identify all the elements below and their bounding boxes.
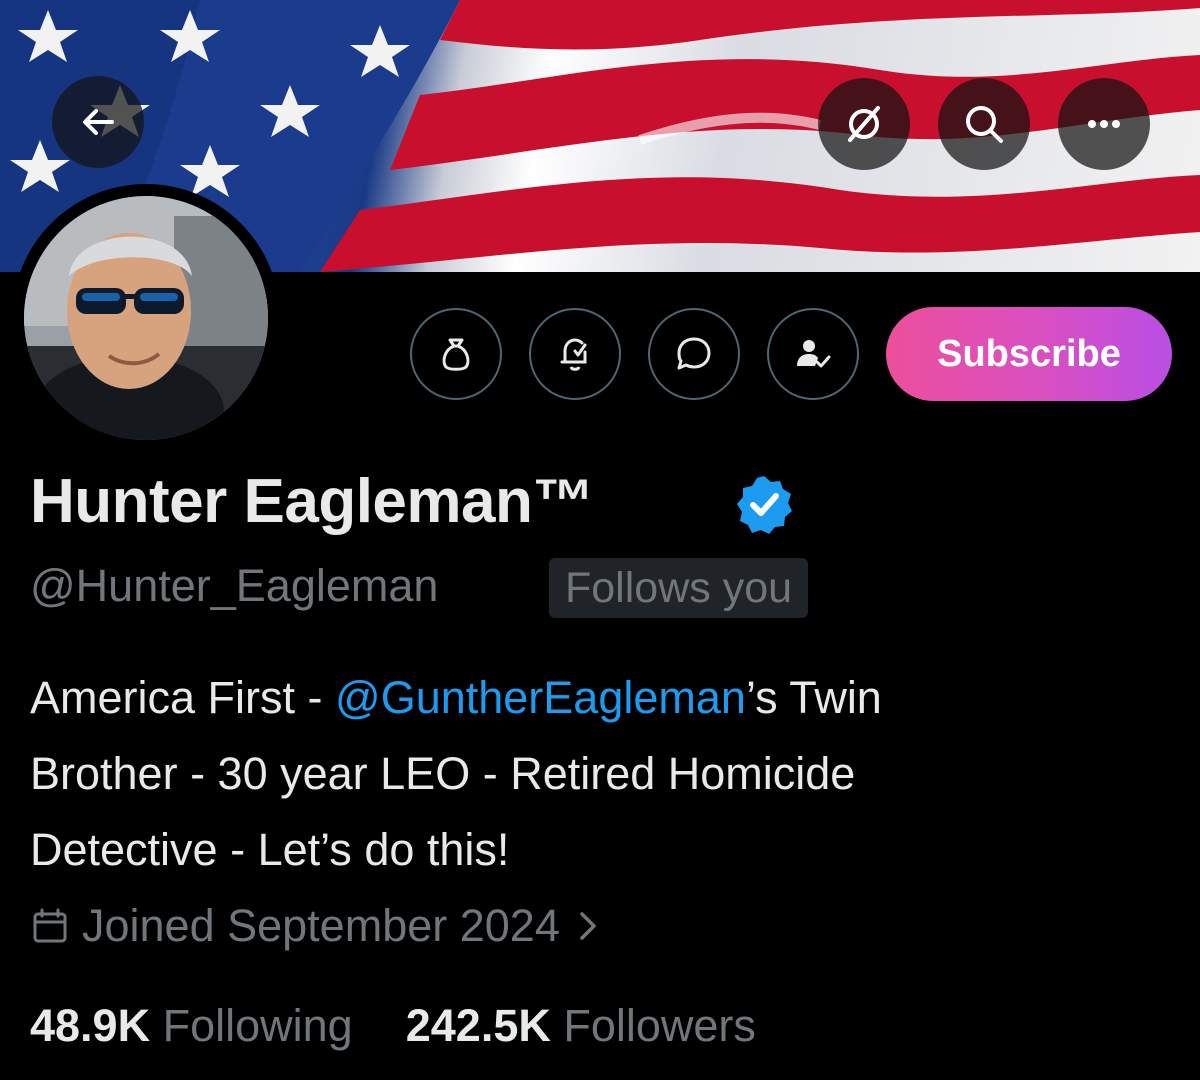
follow-status-button[interactable] — [767, 308, 859, 400]
profile-handle: @Hunter_Eagleman — [30, 560, 439, 611]
following-link[interactable]: 48.9K Following — [30, 1000, 353, 1051]
bio-mention-link[interactable]: @GuntherEagleman — [335, 672, 746, 723]
joined-date: Joined September 2024 — [82, 900, 560, 951]
profile-name: Hunter Eagleman™ — [30, 467, 594, 536]
followers-label: Followers — [563, 1000, 756, 1051]
following-count: 48.9K — [30, 1000, 151, 1051]
avatar[interactable] — [12, 184, 280, 452]
bio-text: America First - — [30, 672, 336, 723]
calendar-icon — [33, 908, 67, 943]
more-horizontal-icon — [1088, 120, 1120, 128]
bio-text: Brother - 30 year LEO - Retired Homicide — [30, 748, 856, 799]
follows-you-badge: Follows you — [549, 558, 809, 618]
following-label: Following — [162, 1000, 353, 1051]
back-button[interactable] — [52, 76, 144, 168]
tip-button[interactable] — [410, 308, 502, 400]
followers-count: 242.5K — [405, 1000, 551, 1051]
search-icon — [966, 106, 1003, 143]
money-bag-icon — [442, 338, 470, 371]
subscribe-button[interactable]: Subscribe — [886, 307, 1172, 401]
joined-date-row[interactable]: Joined September 2024 — [30, 900, 604, 952]
bio-text: Detective - Let’s do this! — [30, 824, 510, 875]
bio-text: ’s Twin — [745, 672, 882, 723]
arrow-left-icon — [83, 109, 114, 135]
message-icon — [677, 337, 711, 370]
notifications-button[interactable] — [529, 308, 621, 400]
person-check-icon — [797, 340, 831, 368]
verified-badge-icon[interactable] — [732, 472, 796, 536]
search-button[interactable] — [938, 78, 1030, 170]
profile-bio: America First - @GuntherEagleman’s Twin … — [30, 660, 1180, 888]
message-button[interactable] — [648, 308, 740, 400]
bell-plus-icon — [560, 338, 587, 371]
slash-circle-icon — [848, 106, 880, 142]
profile-stats: 48.9K Following 242.5K Followers — [30, 1000, 756, 1052]
avatar-photo — [24, 196, 268, 440]
grok-button[interactable] — [818, 78, 910, 170]
more-button[interactable] — [1058, 78, 1150, 170]
followers-link[interactable]: 242.5K Followers — [406, 1000, 756, 1051]
chevron-right-icon — [580, 912, 596, 940]
